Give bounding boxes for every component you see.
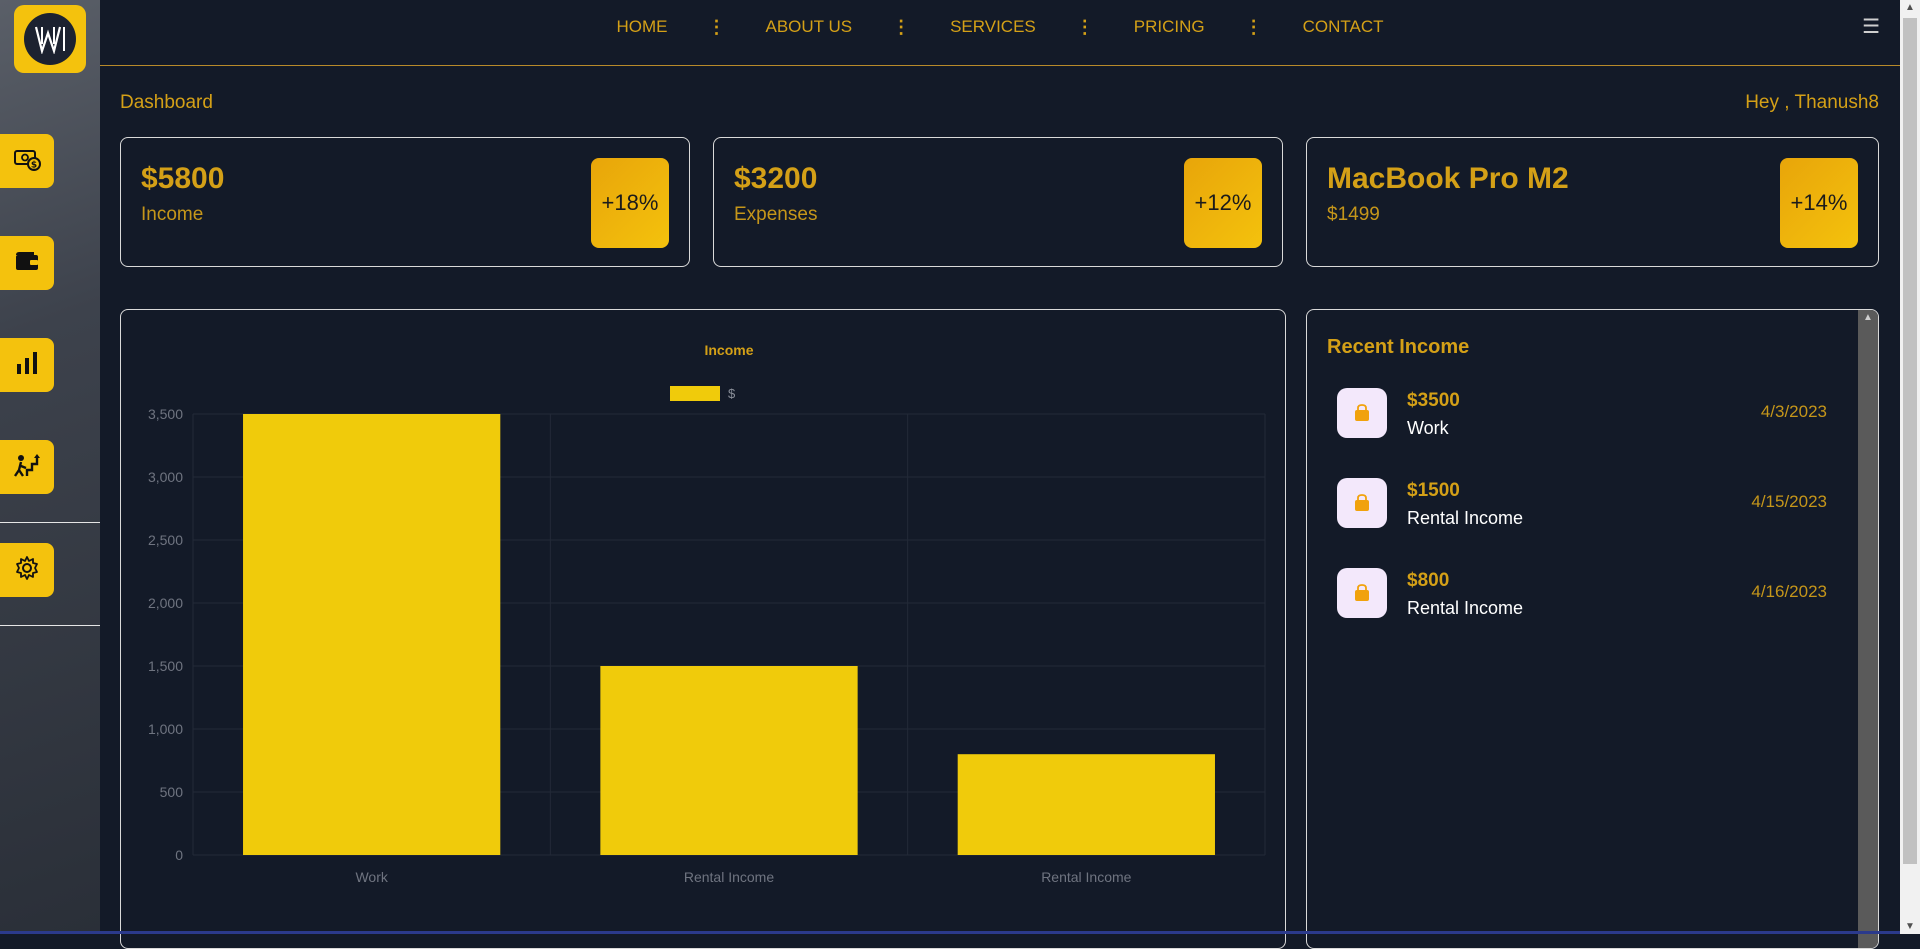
x-tick-label: Work — [355, 869, 388, 885]
income-source: Rental Income — [1407, 508, 1524, 528]
income-source: Rental Income — [1407, 598, 1524, 618]
svg-text:$: $ — [31, 160, 37, 170]
income-bar-chart: Income $0 500 1,000 1,500 2,000 2,500 3,000 3,50… — [148, 342, 1266, 885]
legend-label: $ — [728, 386, 736, 401]
y-tick-label: 3,000 — [148, 469, 183, 485]
recent-scrollbar[interactable]: ▲ — [1858, 310, 1878, 948]
shopping-bag-icon — [1337, 478, 1387, 528]
legend-swatch — [670, 386, 720, 401]
y-tick-label: 0 — [175, 847, 183, 863]
card-value: MacBook Pro M2 — [1327, 162, 1569, 195]
income-chart-panel: Income $0 500 1,000 1,500 2,000 2,500 3,000 3,50… — [120, 309, 1286, 949]
sidebar-divider-bottom — [0, 625, 100, 626]
percent-badge: +12% — [1184, 158, 1262, 248]
y-tick-label: 1,000 — [148, 721, 183, 737]
shopping-bag-icon — [1337, 568, 1387, 618]
card-label: $1499 — [1327, 204, 1380, 225]
bar — [957, 754, 1215, 855]
nav-separator: ⋮ — [1244, 16, 1263, 37]
y-tick-label: 500 — [160, 784, 184, 800]
income-amount: $1500 — [1407, 480, 1460, 501]
nav-home[interactable]: HOME — [576, 17, 707, 37]
card-label: Income — [141, 204, 204, 225]
recent-income-title: Recent Income — [1327, 336, 1470, 358]
sidebar: $ — [0, 0, 100, 934]
product-card: MacBook Pro M2 $1499 +14% — [1306, 137, 1879, 267]
scrollbar-thumb[interactable] — [1903, 18, 1917, 864]
money-icon: $ — [13, 147, 41, 176]
sidebar-item-reports[interactable] — [0, 338, 54, 392]
nav-pricing[interactable]: PRICING — [1094, 17, 1245, 37]
bar — [600, 666, 858, 855]
app-logo[interactable] — [14, 5, 86, 73]
y-tick-label: 2,500 — [148, 532, 183, 548]
card-value: $3200 — [734, 162, 818, 195]
list-item[interactable]: $3500 Work 4/3/2023 — [1337, 388, 1827, 448]
growth-icon — [13, 452, 41, 483]
scroll-up-icon[interactable]: ▲ — [1905, 2, 1915, 13]
income-date: 4/3/2023 — [1760, 402, 1827, 421]
x-tick-label: Rental Income — [684, 869, 774, 885]
bar — [243, 414, 501, 855]
x-tick-label: Rental Income — [1041, 869, 1131, 885]
menu-icon[interactable]: ☰ — [1862, 14, 1880, 39]
sidebar-item-income[interactable]: $ — [0, 134, 54, 188]
chart-title: Income — [704, 342, 753, 358]
logo-icon — [24, 13, 76, 65]
scroll-up-icon[interactable]: ▲ — [1863, 312, 1873, 323]
list-item[interactable]: $800 Rental Income 4/16/2023 — [1337, 568, 1827, 628]
recent-income-panel: Recent Income $3500 Work 4/3/2023 $1500 … — [1306, 309, 1879, 949]
breadcrumb: Dashboard — [120, 92, 213, 113]
y-tick-label: 2,000 — [148, 595, 183, 611]
card-label: Expenses — [734, 204, 818, 225]
nav-about[interactable]: ABOUT US — [725, 17, 892, 37]
expenses-card: $3200 Expenses +12% — [713, 137, 1283, 267]
nav-menu: HOME ⋮ ABOUT US ⋮ SERVICES ⋮ PRICING ⋮ C… — [100, 0, 1900, 54]
nav-separator: ⋮ — [1075, 16, 1094, 37]
y-tick-label: 1,500 — [148, 658, 183, 674]
income-date: 4/15/2023 — [1751, 492, 1827, 511]
income-amount: $3500 — [1407, 390, 1460, 411]
top-nav: HOME ⋮ ABOUT US ⋮ SERVICES ⋮ PRICING ⋮ C… — [100, 0, 1900, 66]
card-value: $5800 — [141, 162, 225, 195]
nav-contact[interactable]: CONTACT — [1263, 17, 1424, 37]
user-greeting: Hey , Thanush8 — [1745, 92, 1879, 113]
percent-badge: +18% — [591, 158, 669, 248]
y-tick-label: 3,500 — [148, 406, 183, 422]
percent-badge: +14% — [1780, 158, 1858, 248]
page-scrollbar[interactable]: ▲ ▼ — [1900, 0, 1920, 934]
nav-services[interactable]: SERVICES — [910, 17, 1076, 37]
income-date: 4/16/2023 — [1751, 582, 1827, 601]
shopping-bag-icon — [1337, 388, 1387, 438]
bar-chart-icon — [14, 350, 40, 381]
settings-icon — [14, 555, 40, 586]
wallet-icon — [14, 250, 40, 277]
sidebar-item-wallet[interactable] — [0, 236, 54, 290]
income-amount: $800 — [1407, 570, 1450, 591]
nav-separator: ⋮ — [892, 16, 911, 37]
sidebar-divider — [0, 522, 100, 523]
income-source: Work — [1407, 418, 1449, 438]
list-item[interactable]: $1500 Rental Income 4/15/2023 — [1337, 478, 1827, 538]
scroll-down-icon[interactable]: ▼ — [1905, 921, 1915, 932]
sidebar-item-growth[interactable] — [0, 440, 54, 494]
income-card: $5800 Income +18% — [120, 137, 690, 267]
sidebar-item-settings[interactable] — [0, 543, 54, 597]
nav-separator: ⋮ — [707, 16, 726, 37]
